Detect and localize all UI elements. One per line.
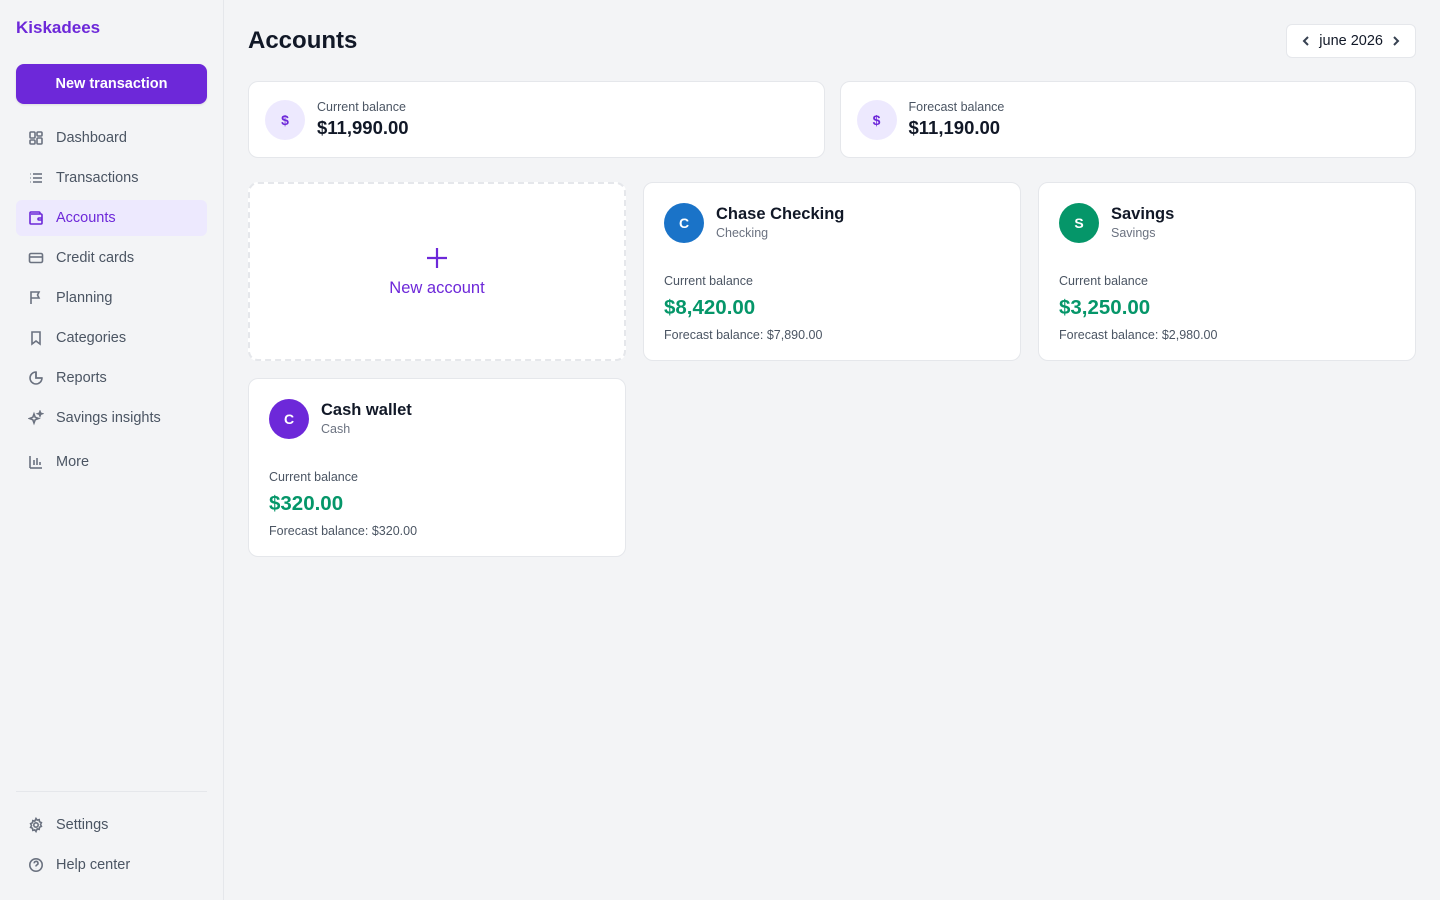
sparkles-icon <box>28 410 44 426</box>
account-name: Chase Checking <box>716 205 845 223</box>
sidebar-item-accounts[interactable]: Accounts <box>16 200 207 236</box>
account-avatar: C <box>269 399 309 439</box>
sidebar: Kiskadees New transaction Dashboard Tran… <box>0 0 224 900</box>
account-card-cash-wallet[interactable]: C Cash wallet Cash Current balance $320.… <box>248 378 626 557</box>
flag-icon <box>28 290 44 306</box>
sidebar-item-label: Help center <box>56 857 131 873</box>
accounts-grid: New account C Chase Checking Checking Cu… <box>248 182 1416 557</box>
summary-row: $ Current balance $11,990.00 $ Forecast … <box>248 81 1416 158</box>
pie-chart-icon <box>28 370 44 386</box>
account-card-savings[interactable]: S Savings Savings Current balance $3,250… <box>1038 182 1416 361</box>
forecast-balance-card: $ Forecast balance $11,190.00 <box>839 81 1416 158</box>
forecast-balance-label: Forecast balance <box>908 99 1005 114</box>
account-type: Cash <box>321 422 351 436</box>
sidebar-item-label: Accounts <box>56 210 116 226</box>
bar-chart-icon <box>28 454 44 470</box>
account-card-chase-checking[interactable]: C Chase Checking Checking Current balanc… <box>643 182 1021 361</box>
sidebar-item-transactions[interactable]: Transactions <box>16 160 207 196</box>
sidebar-item-label: Dashboard <box>56 130 127 146</box>
new-account-label: New account <box>389 279 485 297</box>
gear-icon <box>28 817 44 833</box>
sidebar-item-label: More <box>56 454 90 470</box>
month-label[interactable]: june 2026 <box>1319 33 1383 49</box>
sidebar-item-label: Reports <box>56 370 107 386</box>
sidebar-item-credit-cards[interactable]: Credit cards <box>16 240 207 276</box>
sidebar-item-categories[interactable]: Categories <box>16 320 207 356</box>
current-balance-card: $ Current balance $11,990.00 <box>248 81 825 158</box>
bookmark-icon <box>28 330 44 346</box>
account-avatar: C <box>664 203 704 243</box>
current-balance-label: Current balance <box>317 99 406 114</box>
month-picker: june 2026 <box>1286 24 1416 58</box>
new-account-button[interactable]: New account <box>248 182 626 361</box>
wallet-icon <box>28 210 44 226</box>
chevron-left-icon[interactable] <box>1299 34 1313 48</box>
sidebar-item-planning[interactable]: Planning <box>16 280 207 316</box>
account-name: Cash wallet <box>321 401 412 419</box>
account-balance-label: Current balance <box>1059 274 1148 288</box>
help-circle-icon <box>28 857 44 873</box>
credit-card-icon <box>28 250 44 266</box>
account-forecast: Forecast balance: $7,890.00 <box>664 328 823 342</box>
page-title: Accounts <box>248 27 358 54</box>
account-name: Savings <box>1111 205 1175 223</box>
app-logo[interactable]: Kiskadees <box>16 16 207 40</box>
account-balance: $8,420.00 <box>664 296 756 319</box>
new-transaction-button[interactable]: New transaction <box>16 64 207 104</box>
page-header: Accounts june 2026 <box>248 24 1416 58</box>
sidebar-item-settings[interactable]: Settings <box>16 807 207 843</box>
sidebar-item-label: Credit cards <box>56 250 135 266</box>
sidebar-nav: Dashboard Transactions Accounts Credit c… <box>16 120 207 480</box>
dollar-icon: $ <box>856 99 897 140</box>
plus-icon <box>424 245 450 271</box>
dashboard-icon <box>28 130 44 146</box>
account-type: Checking <box>716 226 769 240</box>
sidebar-item-dashboard[interactable]: Dashboard <box>16 120 207 156</box>
account-balance: $320.00 <box>269 492 344 515</box>
account-avatar: S <box>1059 203 1099 243</box>
sidebar-item-reports[interactable]: Reports <box>16 360 207 396</box>
sidebar-item-help-center[interactable]: Help center <box>16 847 207 883</box>
current-balance-value: $11,990.00 <box>317 116 409 138</box>
account-balance-label: Current balance <box>269 470 358 484</box>
sidebar-item-label: Categories <box>56 330 127 346</box>
sidebar-footer: Settings Help center <box>16 791 207 887</box>
sidebar-item-more[interactable]: More <box>16 444 207 480</box>
forecast-balance-value: $11,190.00 <box>908 116 1001 138</box>
account-balance: $3,250.00 <box>1059 296 1151 319</box>
sidebar-item-label: Planning <box>56 290 113 306</box>
dollar-icon: $ <box>265 99 305 140</box>
sidebar-item-label: Transactions <box>56 170 139 186</box>
app-root: Kiskadees New transaction Dashboard Tran… <box>0 0 1440 900</box>
account-forecast: Forecast balance: $320.00 <box>269 524 418 538</box>
sidebar-item-label: Settings <box>56 817 109 833</box>
account-type: Savings <box>1111 226 1156 240</box>
account-forecast: Forecast balance: $2,980.00 <box>1059 328 1218 342</box>
main-content: Accounts june 2026 $ Current balance $11… <box>224 0 1440 900</box>
sidebar-item-label: Savings insights <box>56 410 161 426</box>
list-icon <box>28 170 44 186</box>
sidebar-item-savings-insights[interactable]: Savings insights <box>16 400 207 436</box>
chevron-right-icon[interactable] <box>1389 34 1403 48</box>
account-balance-label: Current balance <box>664 274 753 288</box>
